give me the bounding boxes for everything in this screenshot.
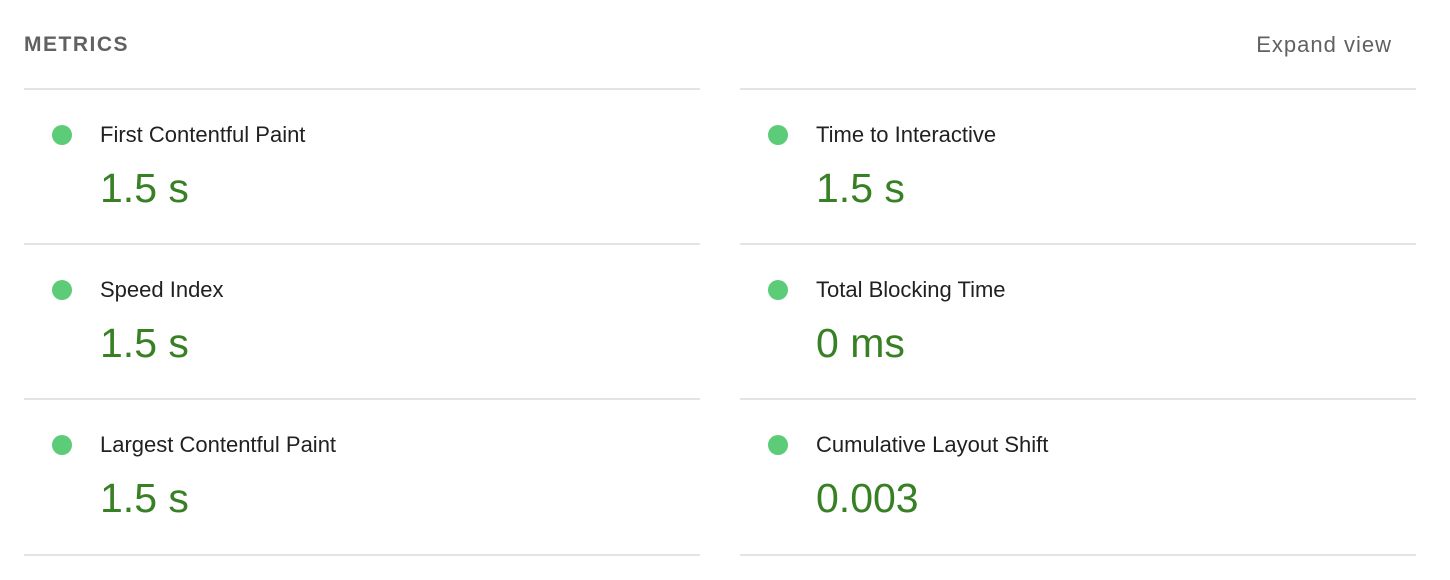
pass-status-dot-icon [768,125,788,145]
metric-largest-contentful-paint: Largest Contentful Paint 1.5 s [24,398,700,556]
metric-label: Cumulative Layout Shift [816,432,1049,457]
metric-value: 1.5 s [100,165,189,211]
metric-cumulative-layout-shift: Cumulative Layout Shift 0.003 [740,398,1416,556]
section-title: METRICS [24,33,129,56]
metric-label: Speed Index [100,277,224,302]
metric-speed-index: Speed Index 1.5 s [24,243,700,398]
pass-status-dot-icon [52,125,72,145]
metric-total-blocking-time: Total Blocking Time 0 ms [740,243,1416,398]
metric-value: 1.5 s [100,320,189,366]
metric-label: Total Blocking Time [816,277,1006,302]
metric-value: 0.003 [816,475,919,521]
expand-view-button[interactable]: Expand view [1256,31,1392,59]
metrics-header: METRICS Expand view [24,0,1392,90]
metric-value: 1.5 s [816,165,905,211]
metric-value: 0 ms [816,320,905,366]
pass-status-dot-icon [768,280,788,300]
pass-status-dot-icon [52,280,72,300]
metrics-column-right: Time to Interactive 1.5 s Total Blocking… [740,88,1416,556]
metric-label: Time to Interactive [816,122,997,147]
metric-time-to-interactive: Time to Interactive 1.5 s [740,88,1416,243]
metric-label: First Contentful Paint [100,122,306,147]
metric-label: Largest Contentful Paint [100,432,337,457]
metrics-column-left: First Contentful Paint 1.5 s Speed Index… [24,88,700,556]
metric-first-contentful-paint: First Contentful Paint 1.5 s [24,88,700,243]
metric-value: 1.5 s [100,475,189,521]
pass-status-dot-icon [52,435,72,455]
pass-status-dot-icon [768,435,788,455]
